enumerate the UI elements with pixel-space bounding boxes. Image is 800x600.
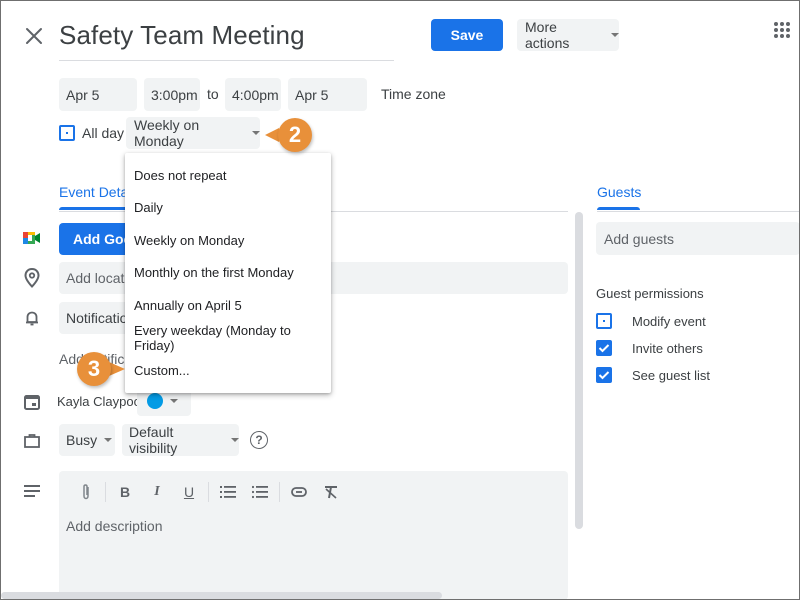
- notification-bell-icon: [23, 309, 41, 327]
- location-pin-icon: [23, 267, 41, 288]
- horizontal-scrollbar[interactable]: [1, 592, 442, 599]
- invite-others-checkbox[interactable]: [596, 340, 612, 356]
- availability-dropdown[interactable]: Busy: [59, 424, 115, 456]
- bulleted-list-icon[interactable]: [244, 480, 276, 504]
- time-zone-button[interactable]: Time zone: [381, 86, 446, 102]
- menu-item-every-weekday[interactable]: Every weekday (Monday to Friday): [125, 322, 331, 355]
- google-meet-icon: [23, 230, 41, 248]
- menu-item-does-not-repeat[interactable]: Does not repeat: [125, 159, 331, 192]
- guest-permissions-title: Guest permissions: [596, 286, 704, 301]
- tab-guests-indicator: [597, 207, 640, 210]
- more-actions-button[interactable]: More actions: [517, 19, 619, 51]
- bold-icon[interactable]: B: [109, 480, 141, 504]
- numbered-list-icon[interactable]: [212, 480, 244, 504]
- repeat-options-menu: Does not repeat Daily Weekly on Monday M…: [125, 153, 331, 393]
- description-placeholder: Add description: [66, 518, 163, 534]
- visibility-dropdown[interactable]: Default visibility: [122, 424, 239, 456]
- chevron-down-icon: [170, 399, 178, 403]
- more-actions-label: More actions: [525, 19, 570, 51]
- guests-divider: [597, 211, 800, 212]
- to-label: to: [207, 86, 219, 102]
- menu-item-weekly[interactable]: Weekly on Monday: [125, 224, 331, 257]
- repeat-value: Weekly on Monday: [134, 117, 200, 149]
- callout-2-pointer: [265, 128, 279, 142]
- all-day-checkbox[interactable]: [59, 125, 75, 141]
- description-icon: [23, 484, 41, 502]
- toolbar-separator: [208, 482, 209, 502]
- modify-event-checkbox[interactable]: [596, 313, 612, 329]
- chevron-down-icon: [252, 131, 260, 135]
- add-guests-input[interactable]: Add guests: [596, 222, 800, 255]
- callout-3-pointer: [109, 362, 125, 376]
- calendar-icon: [23, 393, 41, 411]
- briefcase-icon: [23, 432, 41, 450]
- permission-modify-event[interactable]: Modify event: [596, 313, 706, 329]
- tab-guests[interactable]: Guests: [597, 184, 641, 200]
- all-day-label: All day: [82, 125, 125, 141]
- event-title-input[interactable]: Safety Team Meeting: [59, 20, 305, 51]
- chevron-down-icon: [231, 438, 239, 442]
- checkmark-icon: [598, 344, 610, 353]
- checkmark-icon: [598, 371, 610, 380]
- end-date-field[interactable]: Apr 5: [288, 78, 367, 111]
- menu-item-annually[interactable]: Annually on April 5: [125, 289, 331, 322]
- permission-see-guest-list[interactable]: See guest list: [596, 367, 710, 383]
- repeat-dropdown[interactable]: Weekly on Monday: [126, 117, 260, 149]
- toolbar-separator: [105, 482, 106, 502]
- permission-label: See guest list: [632, 367, 711, 383]
- details-vertical-scrollbar[interactable]: [575, 212, 583, 529]
- toolbar-separator: [279, 482, 280, 502]
- permission-invite-others[interactable]: Invite others: [596, 340, 703, 356]
- permission-label: Modify event: [632, 313, 706, 329]
- start-date-field[interactable]: Apr 5: [59, 78, 137, 111]
- menu-item-monthly[interactable]: Monthly on the first Monday: [125, 257, 331, 290]
- permission-label: Invite others: [632, 340, 703, 356]
- clear-formatting-icon[interactable]: [315, 480, 347, 504]
- calendar-owner-label: Kayla Claypool: [57, 394, 144, 409]
- help-icon[interactable]: ?: [250, 431, 268, 449]
- end-time-field[interactable]: 4:00pm: [225, 78, 281, 111]
- menu-item-daily[interactable]: Daily: [125, 192, 331, 225]
- attachment-icon[interactable]: [70, 480, 102, 504]
- visibility-value: Default visibility: [129, 424, 178, 456]
- description-toolbar: B I U: [70, 480, 347, 504]
- availability-value: Busy: [66, 432, 98, 448]
- calendar-color-swatch: [147, 393, 163, 409]
- italic-icon[interactable]: I: [141, 480, 173, 504]
- step-callout-3: 3: [77, 352, 111, 386]
- see-guest-list-checkbox[interactable]: [596, 367, 612, 383]
- title-underline: [59, 60, 394, 61]
- menu-item-custom[interactable]: Custom...: [125, 354, 331, 387]
- chevron-down-icon: [104, 438, 113, 442]
- link-icon[interactable]: [283, 480, 315, 504]
- start-time-field[interactable]: 3:00pm: [144, 78, 200, 111]
- save-button[interactable]: Save: [431, 19, 503, 51]
- underline-icon[interactable]: U: [173, 480, 205, 504]
- chevron-down-icon: [611, 33, 619, 37]
- apps-grid-icon[interactable]: [774, 22, 790, 38]
- step-callout-2: 2: [278, 118, 312, 152]
- close-icon[interactable]: [22, 24, 46, 48]
